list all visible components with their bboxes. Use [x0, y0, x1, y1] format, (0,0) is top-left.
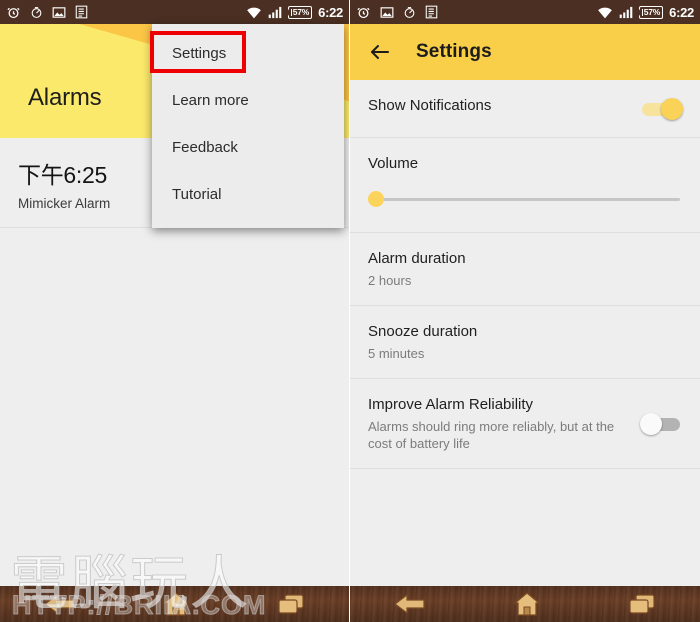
battery-indicator: 57% [287, 5, 313, 19]
home-nav-icon[interactable] [513, 591, 541, 617]
right-phone-screen: 57% 6:22 Settings Show Notifications Vol… [350, 0, 700, 622]
settings-list: Show Notifications Volume Alarm duration [350, 80, 700, 469]
alarms-page-title: Alarms [28, 84, 102, 111]
toggle-thumb [661, 97, 683, 120]
status-bar-left: 57% 6:22 [0, 0, 349, 24]
status-bar-clock: 6:22 [318, 4, 343, 20]
image-icon [52, 6, 66, 18]
status-bar-system-icons: 57% 6:22 [597, 5, 694, 20]
wifi-icon [246, 7, 261, 18]
setting-title: Snooze duration [368, 323, 478, 340]
menu-item-feedback[interactable]: Feedback [152, 124, 344, 171]
slider-thumb[interactable] [368, 191, 384, 207]
settings-body: Settings Show Notifications Volume Alarm… [350, 24, 700, 622]
back-arrow-icon[interactable] [368, 40, 392, 64]
timer-icon [404, 6, 415, 18]
setting-title: Show Notifications [368, 97, 492, 114]
setting-row-volume[interactable]: Volume [350, 138, 700, 233]
setting-row-snooze-duration[interactable]: Snooze duration 5 minutes [350, 306, 700, 379]
volume-slider[interactable] [368, 191, 680, 207]
status-bar-clock: 6:22 [669, 4, 694, 20]
status-bar-notification-icons [356, 5, 438, 20]
setting-title: Volume [368, 155, 419, 172]
status-bar-notification-icons [6, 5, 88, 20]
setting-title: Improve Alarm Reliability [368, 396, 534, 413]
system-navigation-bar-left [0, 586, 349, 622]
setting-row-improve-alarm-reliability[interactable]: Improve Alarm Reliability Alarms should … [350, 379, 700, 469]
status-bar-right: 57% 6:22 [350, 0, 700, 24]
cellular-signal-icon [268, 6, 282, 18]
alarm-clock-icon [357, 7, 370, 18]
improve-alarm-reliability-toggle[interactable] [640, 412, 684, 436]
back-nav-icon[interactable] [43, 592, 77, 616]
wifi-icon [597, 7, 612, 18]
setting-row-show-notifications[interactable]: Show Notifications [350, 80, 700, 138]
setting-value: 2 hours [368, 273, 412, 288]
slider-track [368, 198, 680, 201]
timer-icon [31, 6, 42, 18]
alarms-empty-space [0, 228, 349, 622]
home-nav-icon[interactable] [162, 591, 190, 617]
setting-title: Alarm duration [368, 250, 466, 267]
show-notifications-toggle[interactable] [640, 97, 684, 121]
list-icon [425, 5, 438, 19]
cellular-signal-icon [619, 6, 633, 18]
settings-page-title: Settings [416, 41, 492, 62]
toggle-thumb [640, 412, 662, 435]
menu-item-learn-more[interactable]: Learn more [152, 77, 344, 124]
status-bar-system-icons: 57% 6:22 [246, 5, 343, 20]
left-phone-screen: 57% 6:22 Alarms 下午6:25 Mimicker Alarm Se… [0, 0, 350, 622]
settings-toolbar: Settings [350, 24, 700, 80]
settings-highlight-box [150, 31, 246, 73]
menu-item-tutorial[interactable]: Tutorial [152, 171, 344, 218]
dual-phone-screenshot: 57% 6:22 Alarms 下午6:25 Mimicker Alarm Se… [0, 0, 700, 622]
battery-indicator: 57% [638, 5, 664, 19]
system-navigation-bar-right [350, 586, 700, 622]
recents-nav-icon[interactable] [276, 592, 306, 616]
list-icon [75, 5, 88, 19]
back-nav-icon[interactable] [393, 592, 427, 616]
setting-description: Alarms should ring more reliably, but at… [368, 419, 615, 451]
recents-nav-icon[interactable] [627, 592, 657, 616]
alarm-clock-icon [7, 7, 20, 18]
setting-row-alarm-duration[interactable]: Alarm duration 2 hours [350, 233, 700, 306]
image-icon [380, 6, 394, 18]
setting-value: 5 minutes [368, 346, 425, 361]
